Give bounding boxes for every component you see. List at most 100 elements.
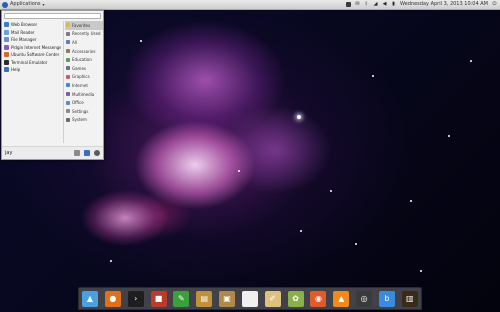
category-item[interactable]: Recently Used <box>65 30 103 39</box>
app-icon <box>4 67 9 73</box>
log-out-icon[interactable] <box>94 150 100 156</box>
category-label: Multimedia <box>72 91 95 97</box>
category-item[interactable]: Accessories <box>65 47 103 56</box>
favorite-item[interactable]: Web Browser <box>4 21 61 29</box>
star <box>410 200 412 202</box>
image-viewer-icon[interactable]: ✿ <box>287 290 304 307</box>
disc-icon[interactable]: ◎ <box>356 290 373 307</box>
category-item[interactable]: Office <box>65 98 103 107</box>
category-label: System <box>72 117 87 123</box>
favorites-list: Web Browser Mail Reader File Manager Pidgin… <box>4 21 61 74</box>
applications-label: Applications <box>10 1 41 7</box>
vlc-icon[interactable]: ▲ <box>333 290 350 307</box>
favorite-label: Pidgin Internet Messenger <box>11 44 61 50</box>
favorite-label: Web Browser <box>11 22 38 28</box>
favorite-item[interactable]: Help <box>4 66 61 74</box>
system-monitor-icon[interactable]: ▥ <box>401 290 418 307</box>
system-tray: ✉ ᛒ ◢ ◀ ▮ Wednesday April 3, 2013 10:04 … <box>346 0 497 9</box>
xfce-logo-icon <box>2 1 8 8</box>
favorite-item[interactable]: Terminal Emulator <box>4 59 61 67</box>
category-label: Games <box>72 65 86 71</box>
star <box>372 75 374 77</box>
category-icon <box>66 74 70 79</box>
favorite-label: Terminal Emulator <box>11 59 48 65</box>
app-icon <box>4 59 9 65</box>
category-icon <box>66 40 70 45</box>
category-icon <box>66 49 70 54</box>
category-icon <box>66 31 70 36</box>
category-item[interactable]: Settings <box>65 107 103 116</box>
category-label: Recently Used <box>72 31 101 37</box>
category-item[interactable]: Multimedia <box>65 90 103 99</box>
star <box>355 243 357 245</box>
app-icon <box>4 37 9 43</box>
text-document-icon[interactable] <box>241 290 258 307</box>
category-item[interactable]: Education <box>65 55 103 64</box>
category-icon <box>66 83 70 88</box>
settings-manager-icon[interactable] <box>74 150 80 156</box>
category-item[interactable]: Games <box>65 64 103 73</box>
media-player-icon[interactable]: ◉ <box>310 290 327 307</box>
favorite-item[interactable]: File Manager <box>4 36 61 44</box>
category-item[interactable]: System <box>65 116 103 125</box>
app-icon <box>4 22 9 28</box>
bookmarks-icon[interactable]: ■ <box>150 290 167 307</box>
app-icon <box>4 52 9 58</box>
app-icon <box>4 44 9 50</box>
category-label: Settings <box>72 108 89 114</box>
category-item[interactable]: Favorites <box>65 21 103 30</box>
category-label: Accessories <box>72 48 96 54</box>
bluetooth-icon[interactable]: ᛒ <box>364 2 369 7</box>
favorite-item[interactable]: Pidgin Internet Messenger <box>4 44 61 52</box>
chat-icon[interactable]: ✉ <box>355 2 360 7</box>
category-label: Graphics <box>72 74 90 80</box>
category-item[interactable]: All <box>65 38 103 47</box>
whisker-menu: Web Browser Mail Reader File Manager Pidgin… <box>1 10 104 160</box>
category-item[interactable]: Graphics <box>65 73 103 82</box>
lock-screen-icon[interactable] <box>84 150 90 156</box>
favorite-label: File Manager <box>11 37 37 43</box>
power-icon[interactable]: ⏻ <box>492 2 497 7</box>
text-editor-icon[interactable]: ✐ <box>264 290 281 307</box>
menu-footer: jay <box>2 146 103 159</box>
applications-menu-button[interactable]: Applications ▾ <box>2 0 45 9</box>
home-folder-icon[interactable]: ▲ <box>82 290 98 307</box>
firefox-icon[interactable]: ● <box>104 290 121 307</box>
category-icon <box>66 92 70 97</box>
archive-icon[interactable]: ▤ <box>196 290 213 307</box>
star <box>238 170 240 172</box>
favorite-label: Help <box>11 67 21 73</box>
category-label: Favorites <box>72 22 91 28</box>
package-icon[interactable]: ▣ <box>219 290 236 307</box>
bittorrent-icon[interactable]: b <box>378 290 395 307</box>
category-icon <box>66 117 70 122</box>
category-label: Education <box>72 57 92 63</box>
favorite-label: Mail Reader <box>11 29 35 35</box>
star <box>110 260 112 262</box>
clock[interactable]: Wednesday April 3, 2013 10:04 AM <box>400 0 488 9</box>
network-icon[interactable]: ◢ <box>373 2 378 7</box>
battery-icon[interactable]: ▮ <box>391 2 396 7</box>
favorite-item[interactable]: Ubuntu Software Center <box>4 51 61 59</box>
menu-actions <box>74 150 100 156</box>
star <box>330 190 332 192</box>
favorite-label: Ubuntu Software Center <box>11 52 60 58</box>
top-panel: Applications ▾ ✉ ᛒ ◢ ◀ ▮ Wednesday April… <box>0 0 500 10</box>
search-input[interactable] <box>4 13 101 19</box>
username: jay <box>5 150 13 156</box>
star <box>140 40 142 42</box>
terminal-icon[interactable]: › <box>127 290 144 307</box>
category-label: All <box>72 39 77 45</box>
dock: ▲ ● › ■ ✎ ▤ ▣ ✐ ✿ ◉ ▲ ◎ b ▥ <box>78 287 422 310</box>
category-item[interactable]: Internet <box>65 81 103 90</box>
category-list: Favorites Recently Used All Accessories Educ… <box>63 21 103 143</box>
category-icon <box>66 66 70 71</box>
category-label: Internet <box>72 82 88 88</box>
favorite-item[interactable]: Mail Reader <box>4 29 61 37</box>
volume-icon[interactable]: ◀ <box>382 2 387 7</box>
star <box>470 60 472 62</box>
settings-tool-icon[interactable]: ✎ <box>173 290 190 307</box>
keyboard-icon[interactable] <box>346 2 352 7</box>
star <box>448 135 450 137</box>
category-icon <box>66 23 70 28</box>
